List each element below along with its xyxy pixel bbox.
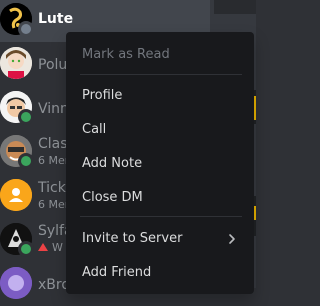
dm-name: Vinn [38, 101, 69, 117]
dm-subtext: W [52, 241, 63, 254]
add-friend-menu-item[interactable]: Add Friend [74, 258, 246, 288]
menu-item-label: Call [82, 122, 107, 137]
status-indicator [18, 21, 34, 37]
status-indicator [18, 241, 34, 257]
menu-item-label: Add Friend [82, 265, 152, 280]
chat-background [214, 0, 256, 14]
menu-item-label: Invite to Server [82, 231, 183, 246]
menu-item-label: Close DM [82, 190, 143, 205]
status-indicator [18, 109, 34, 125]
avatar [0, 267, 32, 299]
dm-name: Tick [38, 180, 66, 196]
avatar [0, 179, 32, 211]
chevron-right-icon [229, 234, 235, 244]
call-menu-item[interactable]: Call [74, 115, 246, 145]
dm-name: Lute [38, 11, 74, 27]
menu-item-label: Add Note [82, 156, 143, 171]
menu-separator [80, 216, 242, 217]
profile-menu-item[interactable]: Profile [74, 81, 246, 111]
context-menu: Mark as Read Profile Call Add Note Close… [66, 32, 254, 294]
mark-as-read-menu-item: Mark as Read [74, 40, 246, 70]
dm-name: Clas [38, 136, 68, 152]
status-indicator [18, 153, 34, 169]
menu-item-label: Profile [82, 88, 123, 103]
close-dm-menu-item[interactable]: Close DM [74, 183, 246, 213]
avatar [0, 47, 32, 79]
menu-item-label: Mark as Read [82, 47, 170, 62]
invite-to-server-menu-item[interactable]: Invite to Server [74, 224, 246, 254]
activity-icon [38, 243, 48, 251]
menu-separator [80, 74, 242, 75]
add-note-menu-item[interactable]: Add Note [74, 149, 246, 179]
dm-name: Polu [38, 57, 68, 73]
